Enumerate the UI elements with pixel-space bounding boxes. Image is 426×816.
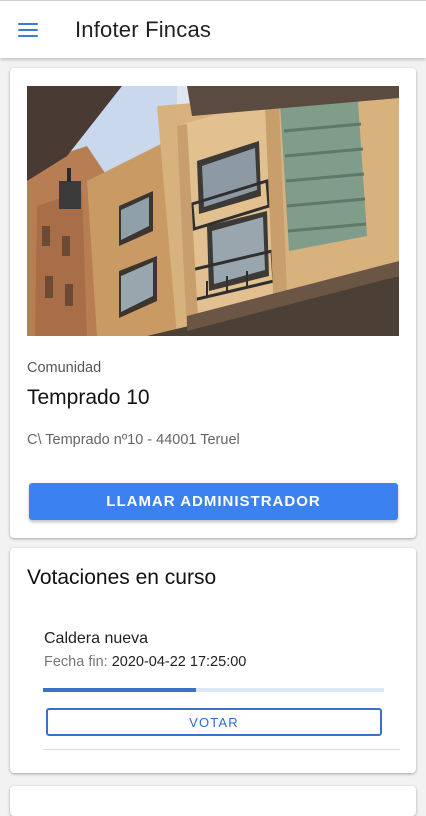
community-name: Temprado 10 bbox=[27, 386, 150, 409]
community-label: Comunidad bbox=[27, 360, 102, 376]
menu-line bbox=[18, 22, 38, 25]
vote-end-value: 2020-04-22 17:25:00 bbox=[111, 654, 247, 670]
app-title: Infoter Fincas bbox=[75, 16, 212, 42]
menu-line bbox=[18, 34, 38, 37]
vote-progress-bar bbox=[43, 688, 384, 692]
community-address: C\ Temprado nº10 - 44001 Teruel bbox=[27, 432, 240, 448]
community-card: Comunidad Temprado 10 C\ Temprado nº10 -… bbox=[10, 68, 416, 538]
votes-title: Votaciones en curso bbox=[27, 566, 217, 589]
votes-card: Votaciones en curso Caldera nueva Fecha … bbox=[10, 548, 416, 773]
vote-end-label: Fecha fin: bbox=[44, 654, 108, 670]
vote-item-name: Caldera nueva bbox=[44, 630, 149, 647]
divider bbox=[43, 749, 400, 750]
call-administrator-button[interactable]: LLAMAR ADMINISTRADOR bbox=[29, 483, 398, 520]
app-bar: Infoter Fincas bbox=[0, 0, 426, 58]
hamburger-menu-icon[interactable] bbox=[18, 20, 42, 40]
menu-line bbox=[18, 28, 38, 31]
vote-end-date: Fecha fin: 2020-04-22 17:25:00 bbox=[44, 654, 246, 670]
vote-progress-fill bbox=[43, 688, 197, 692]
vote-button[interactable]: VOTAR bbox=[46, 708, 382, 736]
next-card bbox=[10, 786, 416, 816]
community-photo bbox=[27, 86, 399, 336]
